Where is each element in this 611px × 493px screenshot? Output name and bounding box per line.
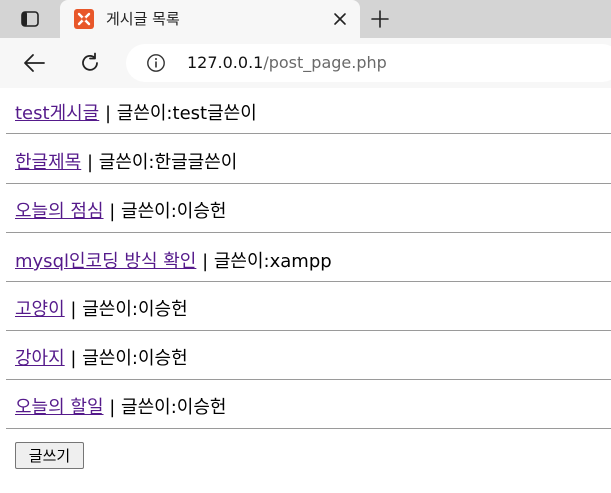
plus-icon [371, 10, 389, 28]
post-author: 이승헌 [137, 348, 188, 369]
tab-actions-icon [21, 11, 39, 27]
post-author: 이승헌 [176, 201, 227, 222]
back-button[interactable] [20, 50, 48, 76]
post-item: 오늘의 점심 | 글쓴이:이승헌 [15, 197, 226, 227]
reload-button[interactable] [76, 50, 104, 76]
url-path: /post_page.php [263, 53, 387, 72]
post-title-link[interactable]: mysql인코딩 방식 확인 [15, 251, 196, 272]
tab-actions-button[interactable] [10, 7, 50, 31]
author-separator: | 글쓴이: [99, 103, 173, 124]
post-author: 한글글쓴이 [154, 152, 238, 173]
post-item: mysql인코딩 방식 확인 | 글쓴이:xampp [15, 247, 332, 277]
page-content: test게시글 | 글쓴이:test글쓴이 한글제목 | 글쓴이:한글글쓴이 오… [0, 88, 611, 493]
tab-close-button[interactable] [330, 9, 350, 29]
post-divider [6, 232, 611, 233]
active-tab[interactable]: 게시글 목록 [60, 0, 360, 38]
author-separator: | 글쓴이: [103, 397, 177, 418]
author-separator: | 글쓴이: [103, 201, 177, 222]
post-title-link[interactable]: test게시글 [15, 103, 99, 124]
author-separator: | 글쓴이: [81, 152, 155, 173]
post-item: 강아지 | 글쓴이:이승헌 [15, 344, 188, 374]
url-host: 127.0.0.1 [187, 53, 264, 72]
close-icon [334, 13, 346, 25]
author-separator: | 글쓴이: [64, 348, 138, 369]
post-author: xampp [269, 251, 332, 272]
post-divider [6, 379, 611, 380]
post-divider [6, 330, 611, 331]
author-separator: | 글쓴이: [64, 299, 138, 320]
post-author: 이승헌 [137, 299, 188, 320]
post-divider [6, 183, 611, 184]
reload-icon [82, 52, 98, 71]
post-title-link[interactable]: 강아지 [15, 348, 65, 369]
post-divider [6, 281, 611, 282]
post-author: test글쓴이 [172, 103, 257, 124]
browser-toolbar: 127.0.0.1/post_page.php [0, 38, 611, 88]
write-post-button[interactable]: 글쓰기 [15, 442, 84, 469]
post-item: 고양이 | 글쓴이:이승헌 [15, 295, 188, 325]
post-divider [6, 133, 611, 134]
back-arrow-icon [24, 54, 45, 72]
new-tab-button[interactable] [368, 7, 392, 31]
tab-title: 게시글 목록 [106, 10, 180, 28]
url-text[interactable]: 127.0.0.1/post_page.php [187, 53, 387, 72]
xampp-favicon-icon [74, 9, 94, 29]
info-icon[interactable] [146, 53, 166, 73]
post-item: 한글제목 | 글쓴이:한글글쓴이 [15, 148, 237, 178]
post-title-link[interactable]: 고양이 [15, 299, 65, 320]
post-item: 오늘의 할일 | 글쓴이:이승헌 [15, 393, 226, 423]
post-item: test게시글 | 글쓴이:test글쓴이 [15, 99, 257, 129]
address-bar[interactable]: 127.0.0.1/post_page.php [126, 44, 611, 82]
author-separator: | 글쓴이: [196, 251, 270, 272]
post-title-link[interactable]: 한글제목 [15, 152, 81, 173]
post-author: 이승헌 [176, 397, 227, 418]
post-title-link[interactable]: 오늘의 할일 [15, 397, 104, 418]
post-divider [6, 428, 611, 429]
tab-strip: 게시글 목록 [0, 0, 611, 38]
post-title-link[interactable]: 오늘의 점심 [15, 201, 104, 222]
